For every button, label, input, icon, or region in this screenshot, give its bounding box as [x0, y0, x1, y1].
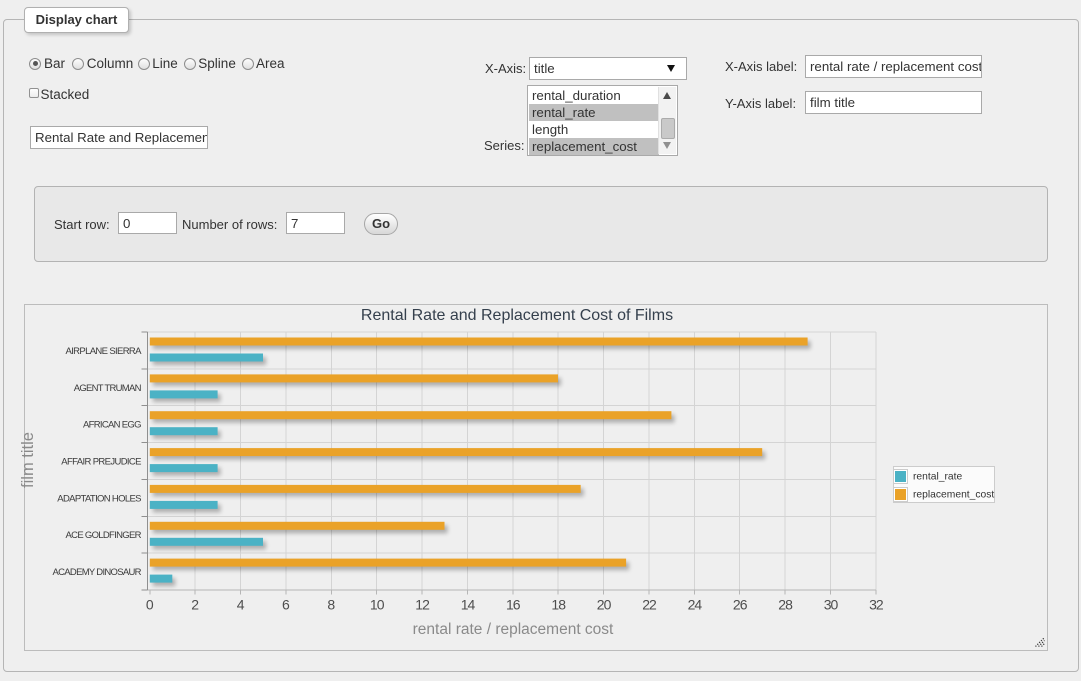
svg-text:film title: film title: [19, 432, 37, 488]
svg-text:AFRICAN EGG: AFRICAN EGG: [83, 420, 142, 431]
svg-text:18: 18: [551, 597, 566, 613]
svg-text:14: 14: [461, 597, 476, 613]
svg-text:8: 8: [327, 597, 335, 613]
svg-text:4: 4: [237, 597, 245, 613]
svg-text:Rental Rate and Replacement Co: Rental Rate and Replacement Cost of Film…: [361, 307, 673, 324]
svg-text:24: 24: [688, 597, 703, 613]
svg-text:ADAPTATION HOLES: ADAPTATION HOLES: [57, 493, 141, 504]
svg-text:12: 12: [415, 597, 430, 613]
svg-text:AIRPLANE SIERRA: AIRPLANE SIERRA: [66, 346, 143, 357]
svg-text:10: 10: [370, 597, 385, 613]
svg-text:28: 28: [778, 597, 793, 613]
svg-text:replacement_cost: replacement_cost: [913, 490, 994, 501]
svg-text:20: 20: [597, 597, 612, 613]
svg-text:ACADEMY DINOSAUR: ACADEMY DINOSAUR: [53, 567, 142, 578]
svg-text:ACE GOLDFINGER: ACE GOLDFINGER: [66, 530, 142, 541]
svg-text:AGENT TRUMAN: AGENT TRUMAN: [74, 383, 142, 394]
svg-text:6: 6: [282, 597, 290, 613]
svg-text:32: 32: [869, 597, 884, 613]
svg-text:AFFAIR PREJUDICE: AFFAIR PREJUDICE: [61, 457, 141, 468]
svg-text:rental rate / replacement cost: rental rate / replacement cost: [413, 621, 614, 638]
svg-text:22: 22: [642, 597, 657, 613]
svg-text:0: 0: [146, 597, 154, 613]
svg-text:16: 16: [506, 597, 521, 613]
svg-text:26: 26: [733, 597, 748, 613]
svg-text:2: 2: [191, 597, 199, 613]
svg-text:30: 30: [824, 597, 839, 613]
svg-text:rental_rate: rental_rate: [913, 472, 963, 483]
